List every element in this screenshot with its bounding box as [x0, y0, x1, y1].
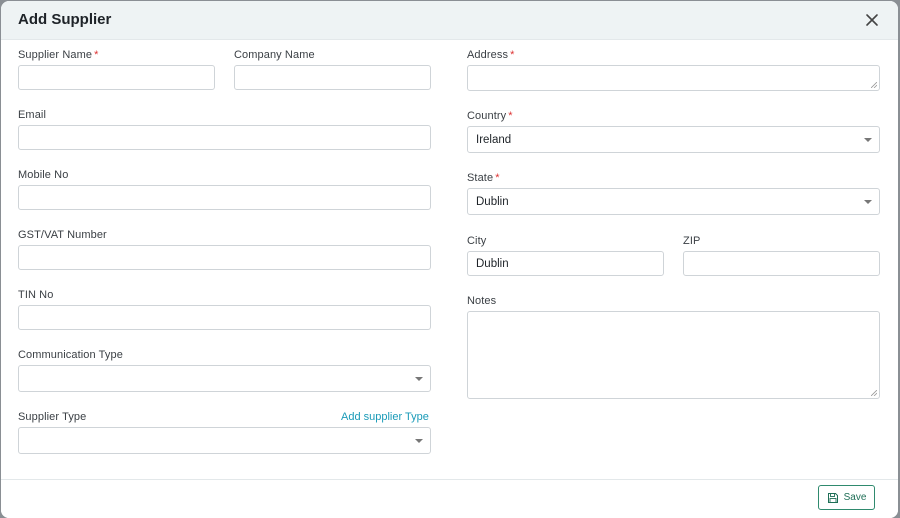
country-label: Country *: [467, 110, 513, 122]
tin-no-input[interactable]: [18, 305, 431, 330]
communication-type-select[interactable]: [18, 365, 431, 392]
country-value: Ireland: [476, 133, 512, 146]
company-name-label: Company Name: [234, 49, 315, 61]
notes-label: Notes: [467, 295, 497, 307]
supplier-name-label: Supplier Name *: [18, 49, 99, 61]
zip-input[interactable]: [683, 251, 880, 276]
state-value: Dublin: [476, 195, 509, 208]
close-button[interactable]: [863, 11, 881, 29]
supplier-type-select[interactable]: [18, 427, 431, 454]
resize-grip-icon[interactable]: [871, 390, 877, 396]
state-label: State *: [467, 172, 500, 184]
dialog-footer: [1, 479, 898, 518]
mobile-no-label: Mobile No: [18, 169, 69, 181]
state-select[interactable]: Dublin: [467, 188, 880, 215]
chevron-down-icon: [864, 200, 872, 204]
floppy-disk-icon: [827, 492, 838, 503]
chevron-down-icon: [415, 377, 423, 381]
save-button-label: Save: [843, 492, 867, 503]
add-supplier-type-link[interactable]: Add supplier Type: [341, 411, 429, 423]
city-label: City: [467, 235, 487, 247]
tin-no-label: TIN No: [18, 289, 54, 301]
chevron-down-icon: [415, 439, 423, 443]
supplier-name-input[interactable]: [18, 65, 215, 90]
zip-label: ZIP: [683, 235, 701, 247]
resize-grip-icon[interactable]: [871, 82, 877, 88]
supplier-type-label: Supplier Type: [18, 411, 87, 423]
address-label: Address *: [467, 49, 515, 61]
mobile-no-input[interactable]: [18, 185, 431, 210]
close-icon: [866, 14, 878, 26]
city-input[interactable]: Dublin: [467, 251, 664, 276]
company-name-input[interactable]: [234, 65, 431, 90]
address-textarea[interactable]: [467, 65, 880, 91]
add-supplier-dialog: Add Supplier Supplier Name * Company Name…: [1, 1, 898, 518]
country-select[interactable]: Ireland: [467, 126, 880, 153]
gst-vat-input[interactable]: [18, 245, 431, 270]
save-button[interactable]: Save: [818, 485, 875, 510]
notes-textarea[interactable]: [467, 311, 880, 399]
gst-vat-label: GST/VAT Number: [18, 229, 107, 241]
communication-type-label: Communication Type: [18, 349, 123, 361]
dialog-title: Add Supplier: [18, 11, 112, 28]
dialog-header: Add Supplier: [1, 1, 898, 40]
chevron-down-icon: [864, 138, 872, 142]
email-label: Email: [18, 109, 47, 121]
email-input[interactable]: [18, 125, 431, 150]
